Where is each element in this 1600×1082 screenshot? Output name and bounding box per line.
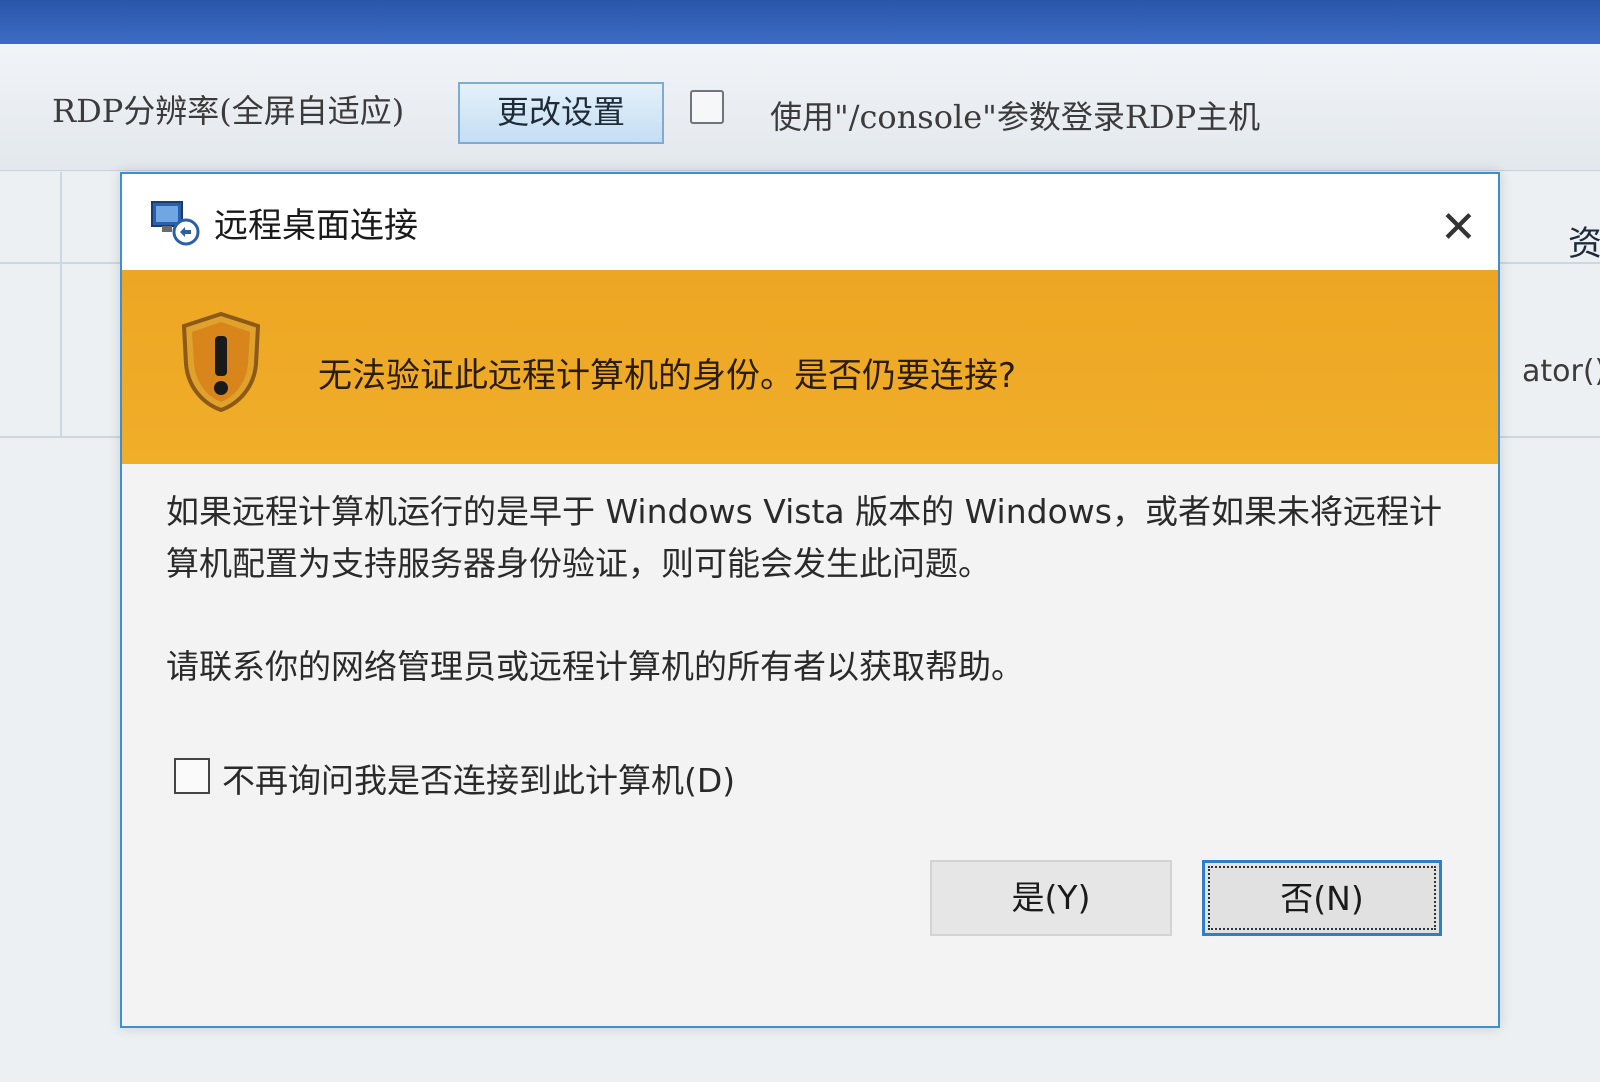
grid-line — [60, 172, 62, 436]
warning-shield-icon — [181, 311, 261, 413]
warning-banner: 无法验证此远程计算机的身份。是否仍要连接? — [122, 270, 1498, 464]
dialog-titlebar: 远程桌面连接 ✕ — [122, 174, 1498, 270]
rdp-resolution-label: RDP分辨率(全屏自适应) — [52, 92, 405, 130]
remote-desktop-icon — [151, 201, 200, 246]
background-cell-text: ator() — [1522, 354, 1600, 389]
warning-message: 无法验证此远程计算机的身份。是否仍要连接? — [318, 356, 1017, 396]
no-button[interactable]: 否(N) — [1202, 860, 1442, 936]
close-icon[interactable]: ✕ — [1440, 206, 1477, 250]
yes-button[interactable]: 是(Y) — [930, 860, 1172, 936]
background-column-header: 资 — [1568, 224, 1600, 264]
checkbox-box[interactable] — [174, 758, 210, 794]
console-checkbox[interactable] — [690, 90, 724, 124]
dialog-title: 远程桌面连接 — [214, 206, 418, 246]
dialog-description: 如果远程计算机运行的是早于 Windows Vista 版本的 Windows，… — [166, 492, 1442, 583]
dont-ask-label[interactable]: 不再询问我是否连接到此计算机(D) — [222, 754, 735, 802]
help-text: 请联系你的网络管理员或远程计算机的所有者以获取帮助。 — [166, 647, 1024, 686]
window-top-band — [0, 0, 1600, 44]
console-option-label: 使用"/console"参数登录RDP主机 — [770, 98, 1261, 136]
change-settings-button[interactable]: 更改设置 — [458, 82, 664, 144]
remote-desktop-dialog: 远程桌面连接 ✕ 无法验证此远程计算机的身份。是否仍要连接? 如果远程计算机运行… — [120, 172, 1500, 1028]
